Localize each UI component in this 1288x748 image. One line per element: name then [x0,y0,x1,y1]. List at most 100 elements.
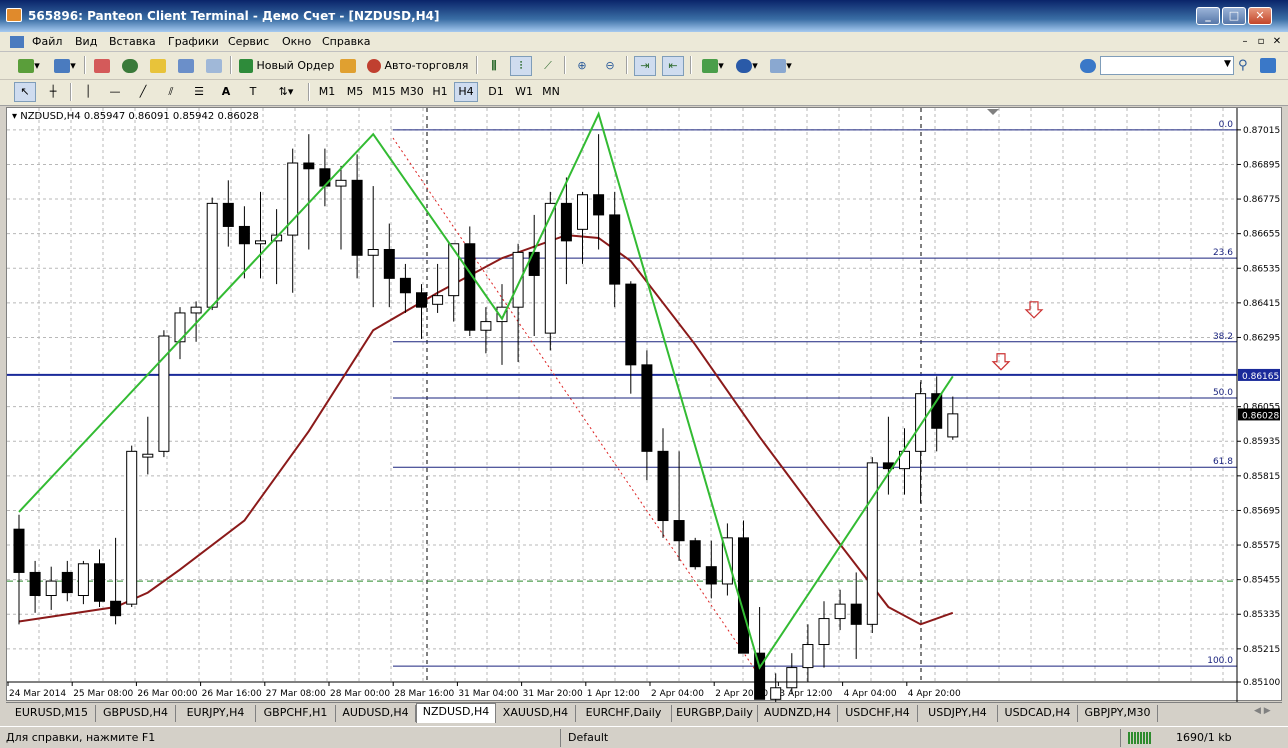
close-button[interactable]: ✕ [1248,7,1272,25]
mailbox-icon[interactable] [1260,58,1276,73]
search-input[interactable] [1100,56,1234,75]
new-chart-button[interactable]: ▾ [14,56,44,76]
navigator-button[interactable] [148,56,168,76]
market-watch-button[interactable] [92,56,112,76]
toolbar-separator [626,56,628,74]
time-label: 4 Apr 20:00 [908,689,961,699]
chart-tab[interactable]: EURCHF,Daily [576,705,672,722]
down-arrow-icon [991,353,1011,371]
menu-insert[interactable]: Вставка [109,35,156,48]
menu-help[interactable]: Справка [322,35,370,48]
chart-tab[interactable]: EURJPY,H4 [176,705,256,722]
crosshair-button[interactable]: ┼ [42,82,64,102]
profile-name: Default [568,731,609,744]
text-button[interactable]: A [216,82,236,102]
gear-icon[interactable] [1080,59,1096,73]
bar-chart-button[interactable]: ⫼ [484,56,504,76]
price-label: 0.85935 [1243,437,1280,447]
tf-m15-button[interactable]: M15 [370,82,398,102]
time-label: 2 Apr 04:00 [651,689,704,699]
candlestick-chart-button[interactable]: ⫶ [510,56,532,76]
chart-tab[interactable]: GBPJPY,M30 [1078,705,1158,722]
candle-body [238,225,250,245]
chart-area[interactable]: 0.0 23.6 38.2 50.0 61.8 100.0 0.87015 0.86895 0… [6,107,1283,711]
price-chart[interactable]: 0.023.638.250.061.8100.0 0.870150.868950… [7,108,1283,711]
tf-w1-button[interactable]: W1 [512,82,536,102]
templates-button[interactable]: ▾ [766,56,796,76]
tf-m1-button[interactable]: M1 [316,82,338,102]
trendline-button[interactable]: ╱ [132,82,154,102]
chevron-down-icon[interactable]: ▼ [1224,59,1231,69]
candle-body [448,243,460,297]
chart-tab[interactable]: USDJPY,H4 [918,705,998,722]
zoom-out-button[interactable]: ⊖ [600,56,620,76]
child-window-icon[interactable] [10,36,24,48]
profiles-button[interactable]: ▾ [50,56,80,76]
mdi-minimize-icon[interactable]: – [1238,35,1252,49]
text-label-button[interactable]: T [242,82,264,102]
chart-shift-button[interactable]: ⇤ [662,56,684,76]
chart-tab[interactable]: GBPUSD,H4 [96,705,176,722]
candle-body [367,249,379,256]
chart-tab[interactable]: USDCAD,H4 [998,705,1078,722]
fibonacci-button[interactable]: ☰ [188,82,210,102]
auto-scroll-button[interactable]: ⇥ [634,56,656,76]
menu-file[interactable]: Файл [32,35,62,48]
price-label: 0.86535 [1243,264,1280,274]
periods-button[interactable]: ▾ [732,56,762,76]
tf-h1-button[interactable]: H1 [428,82,452,102]
chart-tab[interactable]: EURUSD,M15 [8,705,96,722]
chart-tab[interactable]: XAUUSD,H4 [496,705,576,722]
chart-tab[interactable]: USDCHF,H4 [838,705,918,722]
toolbar-separator [564,56,566,74]
maximize-button[interactable]: □ [1222,7,1246,25]
menu-tools[interactable]: Сервис [228,35,269,48]
menu-charts[interactable]: Графики [168,35,219,48]
fibonacci-icon: ☰ [194,85,204,98]
arrows-button[interactable]: ⇅▾ [270,82,302,102]
fib-level-label: 0.0 [1219,120,1234,130]
candle-body [61,571,73,594]
price-label: 0.86415 [1243,299,1280,309]
indicators-button[interactable]: ▾ [698,56,728,76]
candle-body [142,453,154,458]
minimize-button[interactable]: _ [1196,7,1220,25]
chart-tab[interactable]: GBPCHF,H1 [256,705,336,722]
candle-body [206,202,218,308]
connection-bars-icon [1128,732,1152,744]
cursor-button[interactable]: ↖ [14,82,36,102]
candle-body [126,450,138,605]
horizontal-line-button[interactable]: — [104,82,126,102]
strategy-tester-button[interactable] [204,56,224,76]
price-label: 0.85815 [1243,472,1280,482]
line-chart-button[interactable]: ⟋ [538,56,558,76]
data-window-button[interactable] [120,56,140,76]
autotrading-button[interactable]: Авто-торговля [366,56,470,76]
tf-m30-button[interactable]: M30 [398,82,426,102]
chart-tab[interactable]: EURGBP,Daily [672,705,758,722]
tf-mn-button[interactable]: MN [538,82,564,102]
menu-window[interactable]: Окно [282,35,311,48]
tf-m5-button[interactable]: M5 [342,82,368,102]
tf-d1-button[interactable]: D1 [484,82,508,102]
candles [13,134,959,711]
chart-tab[interactable]: AUDUSD,H4 [336,705,416,722]
menu-view[interactable]: Вид [75,35,97,48]
chart-tab[interactable]: AUDNZD,H4 [758,705,838,722]
zoom-in-button[interactable]: ⊕ [572,56,592,76]
mdi-close-icon[interactable]: ✕ [1270,35,1284,49]
price-label: 0.85455 [1243,576,1280,586]
zoom-out-icon: ⊖ [605,59,615,72]
current-price-label: 0.86165 [1242,372,1279,382]
vertical-line-button[interactable]: │ [78,82,98,102]
channel-button[interactable]: ⫽ [160,82,182,102]
time-label: 28 Mar 00:00 [330,689,390,699]
new-order-button[interactable]: Новый Ордер [238,56,334,76]
chart-tab[interactable]: NZDUSD,H4 [416,703,496,723]
terminal-button[interactable] [176,56,196,76]
search-icon[interactable]: ⚲ [1238,58,1248,73]
metaeditor-button[interactable] [338,56,358,76]
tf-h4-button[interactable]: H4 [454,82,478,102]
tab-scroll-icon[interactable]: ◀ ▶ [1254,706,1271,716]
mdi-restore-icon[interactable]: ▫ [1254,35,1268,49]
